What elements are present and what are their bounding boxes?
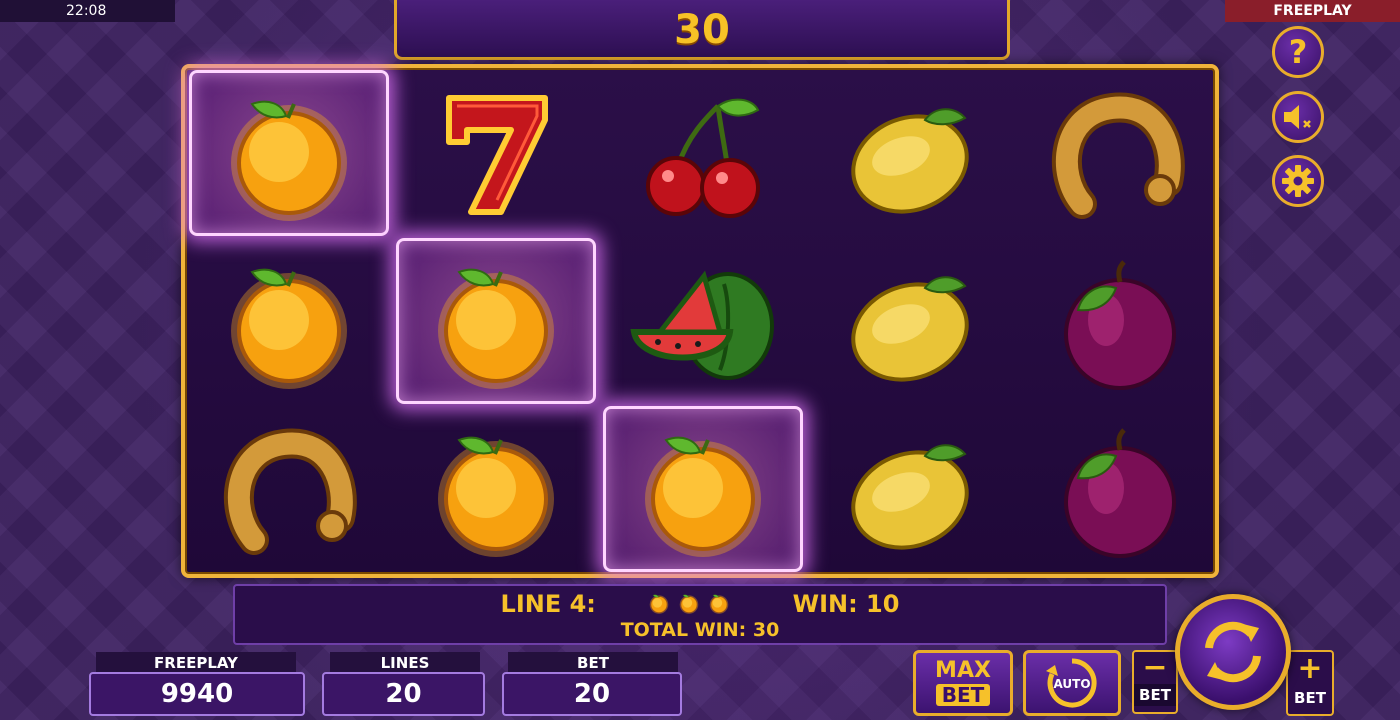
sound-toggle-button[interactable] xyxy=(1272,91,1324,143)
lemon-icon xyxy=(851,276,969,382)
orange-icon xyxy=(231,268,347,389)
plum-icon xyxy=(1064,428,1176,558)
bet-decrease-button[interactable]: − BET xyxy=(1132,650,1178,714)
line-win-row: LINE 4: WIN: 10 xyxy=(235,590,1165,621)
reel-cell xyxy=(189,238,389,404)
spin-button[interactable] xyxy=(1175,594,1291,710)
minus-icon: − xyxy=(1142,650,1168,685)
line-win-amount: WIN: 10 xyxy=(792,590,900,618)
bet-decrease-label: BET xyxy=(1134,684,1176,706)
watermelon-icon xyxy=(630,270,774,380)
plus-icon: + xyxy=(1297,651,1323,686)
plum-icon xyxy=(1064,260,1176,390)
reel-cell xyxy=(810,238,1010,404)
reel-cell xyxy=(1017,238,1217,404)
lines-label: LINES xyxy=(330,652,480,674)
help-icon: ? xyxy=(1288,33,1308,71)
balance-label: FREEPLAY xyxy=(96,652,296,674)
orange-icon xyxy=(231,100,347,221)
balance-value: 9940 xyxy=(89,672,305,716)
orange-icon xyxy=(647,591,671,615)
seven-icon xyxy=(446,95,548,215)
orange-icon xyxy=(438,436,554,557)
reel-cell xyxy=(1017,70,1217,236)
horseshoe-icon xyxy=(1051,92,1185,219)
reel-cell xyxy=(810,70,1010,236)
bet-increase-label: BET xyxy=(1294,689,1326,707)
reel-cell xyxy=(603,70,803,236)
bet-value[interactable]: 20 xyxy=(502,672,682,716)
freeplay-mode-badge: FREEPLAY xyxy=(1225,0,1400,22)
lines-value[interactable]: 20 xyxy=(322,672,485,716)
reel-grid xyxy=(181,64,1219,578)
reel-cell xyxy=(603,406,803,572)
reel-cell xyxy=(603,238,803,404)
win-info-bar: LINE 4: WIN: 10 TOTAL WIN: 30 xyxy=(233,584,1167,645)
spin-arrows-icon xyxy=(1205,621,1261,683)
line-label: LINE 4: xyxy=(500,590,596,618)
autoplay-icon: AUTO xyxy=(1046,658,1097,708)
orange-icon xyxy=(677,591,701,615)
max-bet-label-bottom: BET xyxy=(935,684,991,706)
cherry-icon xyxy=(646,98,760,218)
reel-cell xyxy=(396,70,596,236)
reel-cell xyxy=(396,238,596,404)
top-win-display: 30 xyxy=(394,0,1010,60)
settings-button[interactable] xyxy=(1272,155,1324,207)
lemon-icon xyxy=(851,444,969,550)
gear-icon xyxy=(1282,165,1314,197)
clock: 22:08 xyxy=(0,0,175,22)
total-win: TOTAL WIN: 30 xyxy=(620,619,780,641)
sound-muted-icon xyxy=(1284,105,1311,129)
orange-icon xyxy=(645,436,761,557)
reel-cell xyxy=(1017,406,1217,572)
reel-cell xyxy=(189,70,389,236)
bet-label: BET xyxy=(508,652,678,674)
horseshoe-icon xyxy=(223,428,357,555)
orange-icon xyxy=(438,268,554,389)
reel-cell xyxy=(189,406,389,572)
orange-icon xyxy=(707,591,731,615)
bet-increase-button[interactable]: + BET xyxy=(1286,650,1334,716)
autoplay-label: AUTO xyxy=(1053,677,1090,691)
line-symbols xyxy=(644,591,734,621)
help-button[interactable]: ? xyxy=(1272,26,1324,78)
reel-cell xyxy=(810,406,1010,572)
autoplay-button[interactable]: AUTO xyxy=(1023,650,1121,716)
max-bet-label-top: MAX xyxy=(935,658,991,683)
lemon-icon xyxy=(851,108,969,214)
max-bet-button[interactable]: MAX BET xyxy=(913,650,1013,716)
reel-cell xyxy=(396,406,596,572)
